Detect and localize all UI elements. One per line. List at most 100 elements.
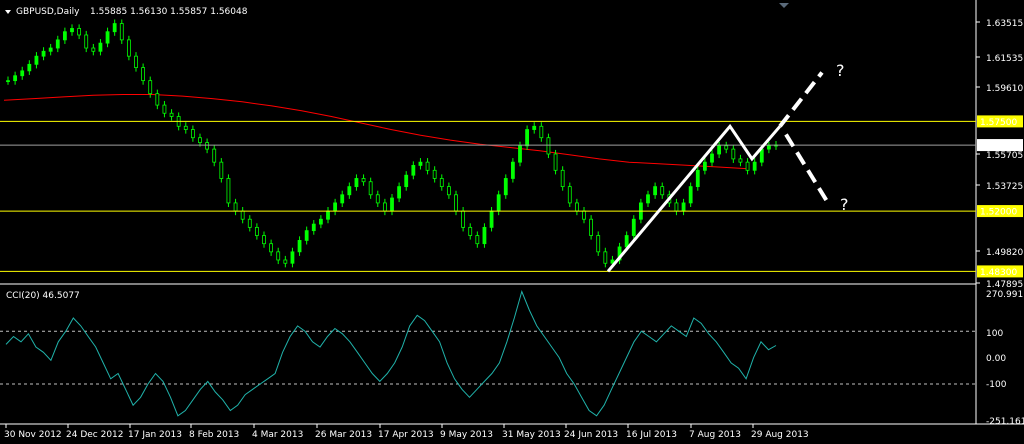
time-tick-label: 26 Mar 2013	[315, 430, 372, 440]
candle-body	[240, 210, 245, 220]
candle-body	[276, 251, 281, 261]
candle-body	[674, 202, 679, 212]
cci-label: CCI(20) 46.5077	[6, 291, 80, 301]
time-tick-label: 7 Aug 2013	[689, 430, 741, 440]
candle-body	[695, 169, 700, 188]
candle-body	[162, 104, 167, 114]
time-tick-label: 17 Apr 2013	[378, 430, 434, 440]
time-tick-label: 9 May 2013	[440, 430, 493, 440]
candle-body	[262, 235, 266, 245]
candle-body	[41, 50, 46, 57]
pattern-line	[606, 123, 782, 273]
candle-body	[510, 161, 515, 179]
candle-body	[546, 137, 551, 155]
ohlc-label: 1.55885 1.56130 1.55857 1.56048	[90, 7, 248, 17]
candle-body	[766, 145, 771, 150]
time-tick-label: 4 Mar 2013	[252, 430, 303, 440]
candle-body	[169, 112, 174, 117]
candle-body	[354, 178, 359, 188]
candle-body	[489, 210, 494, 228]
candle-body	[340, 194, 345, 204]
candle-body	[439, 178, 444, 188]
time-tick-label: 24 Jun 2013	[564, 430, 618, 440]
candle-body	[475, 235, 480, 245]
price-tick-label: 1.61535	[986, 54, 1023, 64]
time-tick-label: 8 Feb 2013	[189, 430, 239, 440]
candle-body	[126, 39, 131, 57]
collapse-triangle-icon[interactable]	[5, 10, 11, 14]
candle-body	[397, 186, 402, 199]
candle-body	[190, 129, 195, 139]
time-tick-label: 24 Dec 2012	[66, 430, 124, 440]
candle-body	[297, 240, 302, 253]
candle-body	[27, 63, 32, 72]
shift-marker-icon[interactable]	[779, 3, 789, 8]
candle-body	[752, 161, 757, 171]
candle-body	[724, 145, 729, 150]
candle-body	[745, 161, 750, 171]
candle-body	[603, 251, 608, 264]
candle-body	[681, 202, 686, 212]
candle-body	[290, 251, 295, 264]
candle-body	[390, 197, 394, 212]
candle-body	[6, 80, 10, 83]
candle-body	[134, 55, 138, 68]
time-tick-label: 30 Nov 2012	[4, 430, 62, 440]
candle-body	[631, 218, 636, 236]
candle-body	[98, 42, 103, 52]
price-tick-label: 1.47895	[986, 280, 1023, 290]
time-tick-label: 17 Jan 2013	[128, 430, 182, 440]
candle-body	[503, 178, 508, 196]
question-mark-upper: ?	[836, 61, 845, 80]
candle-body	[646, 194, 650, 204]
candle-body	[425, 161, 430, 171]
candle-body	[567, 186, 572, 204]
candle-body	[254, 226, 259, 236]
candle-body	[432, 169, 437, 179]
candle-body	[624, 235, 629, 248]
candle-body	[112, 23, 117, 33]
candle-body	[347, 186, 352, 196]
candle-body	[20, 70, 25, 77]
candle-body	[454, 194, 458, 212]
candle-body	[731, 148, 736, 160]
candle-body	[226, 178, 231, 204]
moving-average-line	[3, 94, 749, 170]
candle-body	[717, 145, 722, 155]
candle-body	[368, 181, 373, 196]
candle-body	[233, 202, 238, 212]
candle-body	[247, 218, 252, 228]
candle-body	[660, 186, 665, 196]
candle-body	[532, 125, 537, 130]
candle-body	[688, 186, 693, 204]
cci-axis-label: 0.00	[986, 354, 1006, 364]
candle-body	[539, 125, 544, 139]
candle-body	[34, 55, 39, 65]
candle-body	[382, 202, 387, 212]
candle-body	[702, 161, 707, 171]
candle-body	[525, 129, 530, 147]
candle-body	[482, 226, 487, 245]
candle-body	[553, 153, 558, 171]
candle-body	[105, 31, 110, 44]
candle-body	[574, 202, 579, 212]
cci-axis-label: -100	[986, 380, 1007, 390]
candle-body	[653, 186, 658, 196]
candle-body	[212, 148, 217, 163]
candle-body	[361, 178, 366, 183]
candle-body	[141, 67, 146, 82]
price-tick-label: 1.55705	[986, 151, 1023, 161]
candle-body	[418, 161, 423, 166]
candle-body	[560, 169, 565, 188]
candle-body	[411, 165, 416, 176]
candle-body	[710, 153, 714, 163]
price-tick-label: 1.49820	[986, 248, 1023, 258]
price-tick-label: 1.63515	[986, 19, 1023, 29]
level-tag-text: 1.52000	[980, 208, 1017, 218]
level-tag-text: 1.48300	[980, 268, 1017, 278]
candle-body	[91, 47, 96, 52]
level-tag-text: 1.57500	[980, 118, 1017, 128]
price-tick-label: 1.53725	[986, 182, 1023, 192]
candle-body	[119, 23, 124, 41]
candle-body	[148, 80, 153, 95]
